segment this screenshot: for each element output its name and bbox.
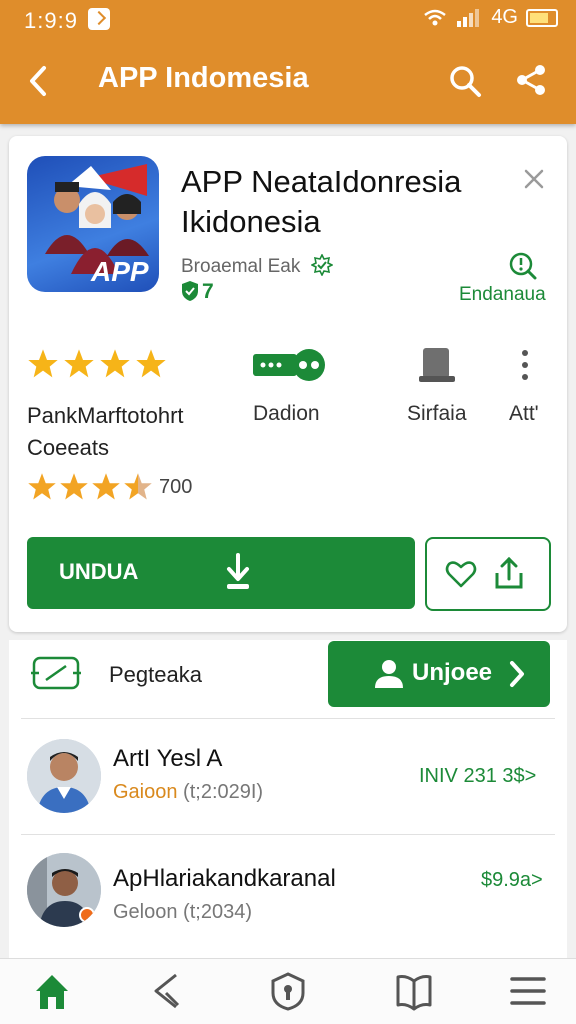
star-half-icon [124, 473, 152, 500]
download-icon [227, 553, 249, 589]
status-bar: 1:9:9 4G [0, 0, 576, 42]
star-icon [60, 473, 88, 500]
item-subtitle-suffix: (t;2034) [177, 901, 252, 923]
close-icon[interactable] [523, 168, 545, 190]
top-bar: 1:9:9 4G APP Indomesia [0, 0, 576, 124]
item-price: $9.9a> [481, 869, 543, 891]
update-label: Unjoee [412, 659, 493, 686]
shield-icon [182, 281, 198, 301]
upload-icon[interactable] [493, 555, 525, 591]
app-logo-text: APP [91, 256, 149, 287]
search-icon[interactable] [448, 64, 482, 98]
item-subtitle-prefix: Geloon [113, 901, 178, 923]
rating-stars [27, 348, 167, 380]
wifi-icon [424, 9, 447, 25]
content-list: Pegteaka Unjoee ArtI Yesl A Gaioon (t;2:… [9, 640, 567, 960]
download-label: UNDUA [59, 559, 139, 584]
home-icon[interactable] [32, 971, 72, 1011]
promo-icon [31, 656, 81, 690]
lock-icon[interactable] [268, 971, 308, 1011]
item-price: INIV 231 3$> [419, 765, 537, 787]
battery-icon [526, 8, 558, 27]
info-icon[interactable] [509, 252, 537, 280]
more-label: Att' [509, 402, 539, 425]
star-icon [28, 349, 58, 378]
item-subtitle: Gaioon (t;2:029I) [113, 781, 263, 804]
rating-label-line1: PankMarftotohrt [27, 403, 184, 428]
chevron-right-icon [510, 661, 524, 687]
verified-icon [311, 254, 333, 276]
app-name: APP NeataIdonresia Ikidonesia [181, 162, 521, 242]
data-label: Dadion [253, 402, 320, 425]
download-button[interactable]: UNDUA [27, 537, 415, 609]
app-name-line1: APP NeataIdonresia [181, 164, 462, 199]
star-icon [136, 349, 166, 378]
list-item[interactable]: ApHlariakandkaranal Geloon (t;2034) $9.9… [9, 835, 567, 955]
star-icon [64, 349, 94, 378]
promo-label: Pegteaka [109, 662, 202, 687]
device-icon [419, 348, 455, 382]
star-icon [100, 349, 130, 378]
back-icon[interactable] [24, 64, 54, 98]
app-bar: APP Indomesia [0, 48, 576, 114]
status-indicators: 4G [423, 6, 558, 29]
data-icon [253, 349, 325, 381]
review-count: 700 [159, 475, 193, 498]
online-badge [79, 907, 95, 923]
list-item[interactable]: ArtI Yesl A Gaioon (t;2:029I) INIV 231 3… [9, 719, 567, 833]
notification-app-icon [88, 8, 110, 30]
rating-label-line2: Coeeats [27, 435, 109, 460]
app-name-line2: Ikidonesia [181, 204, 321, 239]
item-name: ArtI Yesl A [113, 745, 223, 772]
star-icon [92, 473, 120, 500]
update-button[interactable]: Unjoee [328, 641, 550, 707]
app-details-card: APP APP NeataIdonresia Ikidonesia Broaem… [9, 136, 567, 632]
device-label: Sirfaia [407, 402, 467, 425]
rating-label: PankMarftotohrt Coeeats [27, 400, 227, 464]
share-icon[interactable] [514, 63, 548, 97]
avatar [27, 739, 101, 813]
status-time: 1:9:9 [24, 8, 78, 33]
item-name: ApHlariakandkaranal [113, 865, 336, 892]
page-title: APP Indomesia [98, 62, 309, 94]
developer-name[interactable]: Broaemal Eak [181, 256, 300, 278]
star-icon [28, 473, 56, 500]
back-nav-icon[interactable] [148, 971, 188, 1011]
network-label: 4G [491, 6, 518, 28]
bottom-nav [0, 958, 576, 1024]
more-icon[interactable] [519, 348, 531, 382]
book-icon[interactable] [394, 971, 434, 1011]
avatar [27, 853, 101, 927]
item-subtitle-suffix: (t;2:029I) [177, 781, 264, 803]
review-stars: 700 [27, 472, 192, 502]
heart-icon[interactable] [445, 559, 477, 589]
badge-count: 7 [202, 280, 214, 303]
item-subtitle: Geloon (t;2034) [113, 901, 252, 924]
menu-icon[interactable] [508, 971, 548, 1011]
signal-icon [457, 8, 480, 27]
user-icon [375, 660, 403, 688]
item-subtitle-prefix: Gaioon [113, 781, 178, 803]
avatar-image [27, 739, 101, 813]
info-label[interactable]: Endanaua [459, 284, 546, 306]
favorite-share-group [425, 537, 551, 611]
app-logo: APP [27, 156, 159, 292]
